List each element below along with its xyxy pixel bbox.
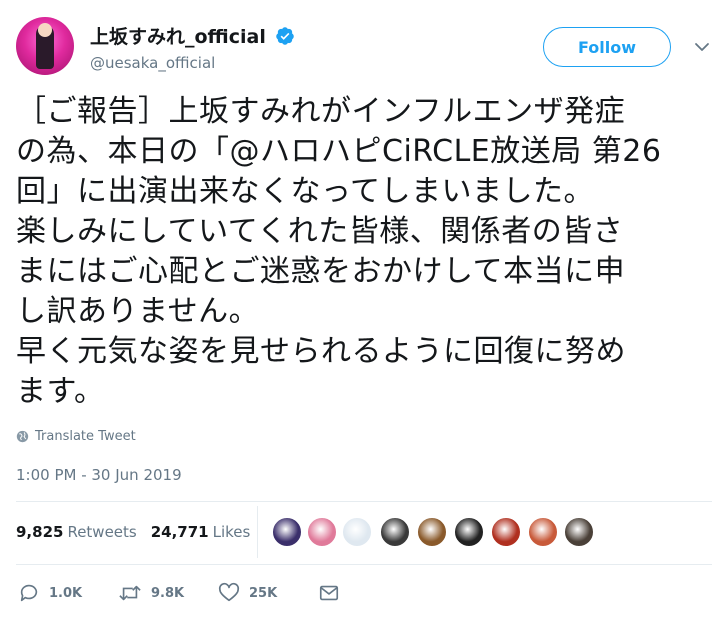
stats-separator [257, 506, 258, 558]
tweet-header: 上坂すみれ_official @uesaka_official Follow [0, 0, 728, 90]
globe-icon [16, 430, 29, 443]
divider [16, 501, 712, 502]
chevron-down-icon[interactable] [694, 39, 710, 55]
tweet-timestamp[interactable]: 1:00 PM - 30 Jun 2019 [16, 466, 182, 484]
tweet-line: まにはご心配とご迷惑をおかけして本当に申 [16, 254, 626, 289]
liker-avatar[interactable] [380, 517, 410, 547]
retweet-button[interactable]: 9.8K [118, 580, 184, 606]
liker-avatar[interactable] [564, 517, 594, 547]
tweet-line: の為、本日の「@ハロハピCiRCLE放送局 第26 [16, 134, 662, 169]
retweet-count: 9.8K [151, 585, 185, 601]
translate-tweet-link[interactable]: Translate Tweet [16, 429, 136, 444]
tweet-line: 楽しみにしていてくれた皆様、関係者の皆さ [16, 214, 624, 249]
liker-avatar[interactable] [491, 517, 521, 547]
retweets-count[interactable]: 9,825 [16, 523, 63, 541]
heart-icon [218, 582, 240, 602]
like-button[interactable]: 25K [218, 580, 277, 606]
avatar-figure [36, 23, 54, 69]
tweet-line: ［ご報告］上坂すみれがインフルエンザ発症 [16, 94, 626, 129]
liker-avatar[interactable] [307, 517, 337, 547]
likes-label[interactable]: Likes [213, 523, 251, 541]
display-name[interactable]: 上坂すみれ_official [90, 26, 266, 48]
liker-avatar[interactable] [528, 517, 558, 547]
translate-label: Translate Tweet [35, 429, 136, 444]
tweet-line: 回」に出演出来なくなってしまいました。 [16, 174, 594, 209]
reply-count: 1.0K [49, 585, 83, 601]
like-count: 25K [249, 585, 278, 601]
liker-avatar[interactable] [272, 517, 302, 547]
retweet-icon [119, 585, 141, 601]
liker-avatar[interactable] [342, 517, 372, 547]
user-handle[interactable]: @uesaka_official [90, 54, 215, 72]
reply-icon [20, 584, 38, 602]
retweets-label[interactable]: Retweets [67, 523, 136, 541]
tweet-line: ます。 [16, 374, 105, 409]
likes-count[interactable]: 24,771 [151, 523, 209, 541]
reply-button[interactable]: 1.0K [18, 580, 82, 606]
verified-badge-icon [276, 27, 294, 45]
profile-avatar[interactable] [16, 17, 74, 75]
follow-button[interactable]: Follow [543, 27, 671, 67]
tweet-stats: 9,825 Retweets 24,771 Likes [16, 518, 264, 546]
tweet-line: し訳ありません。 [16, 294, 260, 329]
liker-avatar[interactable] [417, 517, 447, 547]
liker-avatar[interactable] [454, 517, 484, 547]
divider [16, 564, 712, 565]
direct-message-button[interactable] [318, 580, 340, 606]
tweet-line: 早く元気な姿を見せられるように回復に努め [16, 334, 626, 369]
envelope-icon [319, 585, 339, 601]
tweet-text: ［ご報告］上坂すみれがインフルエンザ発症 の為、本日の「@ハロハピCiRCLE放… [16, 92, 716, 412]
name-row: 上坂すみれ_official [90, 22, 295, 48]
